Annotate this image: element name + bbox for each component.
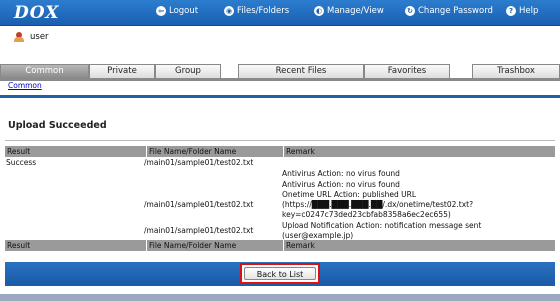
table-footer-header: Result File Name/Folder Name Remark [5, 240, 555, 251]
page-title: Upload Succeeded [8, 120, 107, 131]
logout-label: Logout [169, 6, 199, 16]
header-result: Result [7, 241, 31, 250]
app-logo: DOX [14, 3, 60, 23]
manage-icon: ◐ [314, 6, 324, 16]
tab-favorites[interactable]: Favorites [364, 64, 450, 78]
back-to-list-label: Back to List [244, 267, 316, 280]
top-bar: DOX ⇦ Logout ◉ Files/Folders ◐ Manage/Vi… [0, 0, 560, 26]
tab-trashbox[interactable]: Trashbox [472, 64, 560, 78]
header-remark: Remark [283, 240, 315, 251]
help-label: Help [519, 6, 539, 16]
logout-icon: ⇦ [156, 6, 166, 16]
result-value: Success [6, 158, 37, 167]
header-file-name: File Name/Folder Name [146, 240, 236, 251]
remark-cell: key=c0247c73ded23cbfab8358a6ec2ec655) [282, 210, 451, 219]
remark-cell: Antivirus Action: no virus found [282, 180, 400, 189]
help-link[interactable]: ? Help [506, 6, 538, 16]
help-icon: ? [506, 6, 516, 16]
user-icon [14, 32, 24, 42]
logout-link[interactable]: ⇦ Logout [156, 6, 198, 16]
change-password-link[interactable]: ↻ Change Password [405, 6, 493, 16]
header-result: Result [7, 147, 31, 156]
manage-view-label: Manage/View [327, 6, 384, 16]
breadcrumb-common[interactable]: Common [8, 81, 42, 90]
file-name-cell: /main01/sample01/test02.txt [144, 200, 254, 209]
tab-private[interactable]: Private [89, 64, 155, 78]
tab-bar: Common Private Group Recent Files Favori… [0, 64, 560, 78]
user-info: user [14, 32, 49, 42]
remark-cell: Upload Notification Action: notification… [282, 221, 482, 230]
file-name-cell: /main01/sample01/test02.txt [144, 158, 254, 167]
file-name-cell: /main01/sample01/test02.txt [144, 226, 254, 235]
tab-common[interactable]: Common [0, 64, 89, 78]
back-to-list-button[interactable]: Back to List [240, 263, 320, 284]
table-header: Result File Name/Folder Name Remark [5, 146, 555, 157]
tab-underline [0, 78, 560, 81]
section-divider [0, 95, 560, 98]
remark-cell: (https://███.███.███.██/.dx/onetime/test… [282, 200, 474, 209]
remark-cell: Antivirus Action: no virus found [282, 169, 400, 178]
manage-view-link[interactable]: ◐ Manage/View [314, 6, 384, 16]
files-folders-label: Files/Folders [237, 6, 290, 16]
change-password-label: Change Password [418, 6, 493, 16]
header-remark: Remark [283, 146, 315, 157]
header-file-name: File Name/Folder Name [146, 146, 236, 157]
tab-recent-files[interactable]: Recent Files [238, 64, 364, 78]
password-icon: ↻ [405, 6, 415, 16]
tab-group[interactable]: Group [155, 64, 221, 78]
title-rule [5, 140, 555, 141]
remark-cell: Onetime URL Action: published URL [282, 190, 417, 199]
files-folders-link[interactable]: ◉ Files/Folders [224, 6, 289, 16]
bottom-border [0, 294, 560, 301]
files-icon: ◉ [224, 6, 234, 16]
user-name: user [30, 32, 49, 42]
